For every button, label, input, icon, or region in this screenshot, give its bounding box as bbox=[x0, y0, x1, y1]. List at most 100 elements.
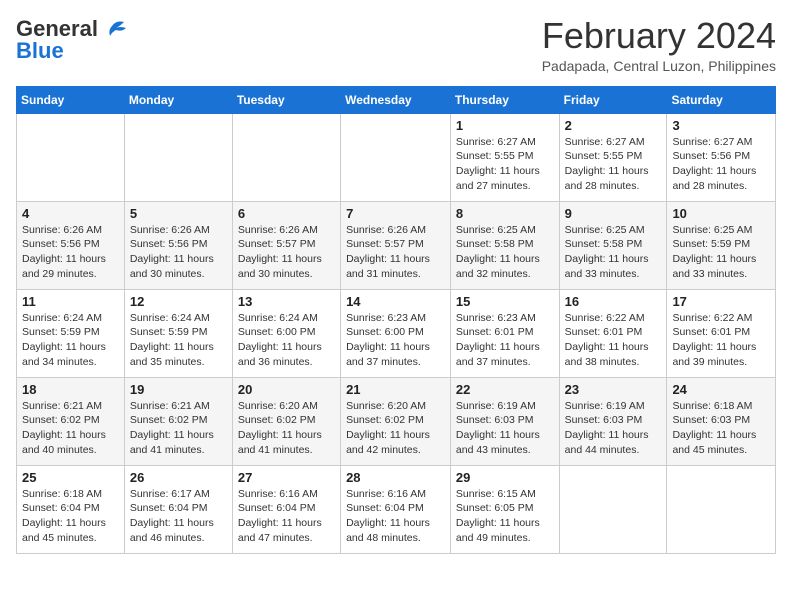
day-number: 14 bbox=[346, 294, 445, 309]
day-number: 27 bbox=[238, 470, 335, 485]
calendar-cell bbox=[17, 113, 125, 201]
day-info: Sunrise: 6:17 AM Sunset: 6:04 PM Dayligh… bbox=[130, 487, 227, 546]
calendar-cell bbox=[124, 113, 232, 201]
day-number: 16 bbox=[565, 294, 662, 309]
day-info: Sunrise: 6:26 AM Sunset: 5:56 PM Dayligh… bbox=[22, 223, 119, 282]
calendar-cell: 18 Sunrise: 6:21 AM Sunset: 6:02 PM Dayli… bbox=[17, 377, 125, 465]
calendar-header-cell: Wednesday bbox=[341, 86, 451, 113]
day-info: Sunrise: 6:24 AM Sunset: 6:00 PM Dayligh… bbox=[238, 311, 335, 370]
calendar-cell: 7 Sunrise: 6:26 AM Sunset: 5:57 PM Daylig… bbox=[341, 201, 451, 289]
calendar-cell: 24 Sunrise: 6:18 AM Sunset: 6:03 PM Dayli… bbox=[667, 377, 776, 465]
day-number: 28 bbox=[346, 470, 445, 485]
logo-blue: Blue bbox=[16, 38, 64, 64]
calendar-week-row: 18 Sunrise: 6:21 AM Sunset: 6:02 PM Dayli… bbox=[17, 377, 776, 465]
day-number: 5 bbox=[130, 206, 227, 221]
calendar-cell bbox=[559, 465, 667, 553]
day-number: 21 bbox=[346, 382, 445, 397]
calendar-header-cell: Friday bbox=[559, 86, 667, 113]
calendar-cell: 14 Sunrise: 6:23 AM Sunset: 6:00 PM Dayli… bbox=[341, 289, 451, 377]
calendar-week-row: 11 Sunrise: 6:24 AM Sunset: 5:59 PM Dayli… bbox=[17, 289, 776, 377]
day-info: Sunrise: 6:22 AM Sunset: 6:01 PM Dayligh… bbox=[672, 311, 770, 370]
month-year: February 2024 bbox=[542, 16, 776, 56]
calendar-cell: 6 Sunrise: 6:26 AM Sunset: 5:57 PM Daylig… bbox=[232, 201, 340, 289]
day-info: Sunrise: 6:22 AM Sunset: 6:01 PM Dayligh… bbox=[565, 311, 662, 370]
calendar-cell: 15 Sunrise: 6:23 AM Sunset: 6:01 PM Dayli… bbox=[450, 289, 559, 377]
day-info: Sunrise: 6:23 AM Sunset: 6:01 PM Dayligh… bbox=[456, 311, 554, 370]
day-info: Sunrise: 6:26 AM Sunset: 5:57 PM Dayligh… bbox=[238, 223, 335, 282]
calendar-cell: 26Sunrise: 6:17 AM Sunset: 6:04 PM Dayli… bbox=[124, 465, 232, 553]
day-info: Sunrise: 6:15 AM Sunset: 6:05 PM Dayligh… bbox=[456, 487, 554, 546]
calendar-cell: 23 Sunrise: 6:19 AM Sunset: 6:03 PM Dayli… bbox=[559, 377, 667, 465]
calendar-cell bbox=[232, 113, 340, 201]
day-number: 18 bbox=[22, 382, 119, 397]
day-info: Sunrise: 6:18 AM Sunset: 6:04 PM Dayligh… bbox=[22, 487, 119, 546]
calendar-table: SundayMondayTuesdayWednesdayThursdayFrid… bbox=[16, 86, 776, 554]
calendar-cell bbox=[667, 465, 776, 553]
calendar-cell: 25 Sunrise: 6:18 AM Sunset: 6:04 PM Dayli… bbox=[17, 465, 125, 553]
calendar-cell: 11 Sunrise: 6:24 AM Sunset: 5:59 PM Dayli… bbox=[17, 289, 125, 377]
day-info: Sunrise: 6:24 AM Sunset: 5:59 PM Dayligh… bbox=[22, 311, 119, 370]
day-info: Sunrise: 6:18 AM Sunset: 6:03 PM Dayligh… bbox=[672, 399, 770, 458]
calendar-header-row: SundayMondayTuesdayWednesdayThursdayFrid… bbox=[17, 86, 776, 113]
calendar-week-row: 4 Sunrise: 6:26 AM Sunset: 5:56 PM Daylig… bbox=[17, 201, 776, 289]
header: General Blue February 2024 Padapada, Cen… bbox=[16, 16, 776, 74]
day-number: 17 bbox=[672, 294, 770, 309]
day-info: Sunrise: 6:20 AM Sunset: 6:02 PM Dayligh… bbox=[238, 399, 335, 458]
day-number: 22 bbox=[456, 382, 554, 397]
day-number: 15 bbox=[456, 294, 554, 309]
title-area: February 2024 Padapada, Central Luzon, P… bbox=[542, 16, 776, 74]
calendar-cell: 5 Sunrise: 6:26 AM Sunset: 5:56 PM Daylig… bbox=[124, 201, 232, 289]
day-info: Sunrise: 6:25 AM Sunset: 5:58 PM Dayligh… bbox=[565, 223, 662, 282]
day-info: Sunrise: 6:21 AM Sunset: 6:02 PM Dayligh… bbox=[22, 399, 119, 458]
day-info: Sunrise: 6:20 AM Sunset: 6:02 PM Dayligh… bbox=[346, 399, 445, 458]
day-number: 11 bbox=[22, 294, 119, 309]
calendar-header-cell: Sunday bbox=[17, 86, 125, 113]
day-number: 7 bbox=[346, 206, 445, 221]
day-number: 10 bbox=[672, 206, 770, 221]
day-number: 29 bbox=[456, 470, 554, 485]
logo: General Blue bbox=[16, 16, 128, 64]
day-number: 20 bbox=[238, 382, 335, 397]
day-info: Sunrise: 6:26 AM Sunset: 5:57 PM Dayligh… bbox=[346, 223, 445, 282]
day-info: Sunrise: 6:27 AM Sunset: 5:55 PM Dayligh… bbox=[565, 135, 662, 194]
day-info: Sunrise: 6:27 AM Sunset: 5:55 PM Dayligh… bbox=[456, 135, 554, 194]
day-number: 24 bbox=[672, 382, 770, 397]
day-info: Sunrise: 6:27 AM Sunset: 5:56 PM Dayligh… bbox=[672, 135, 770, 194]
day-info: Sunrise: 6:24 AM Sunset: 5:59 PM Dayligh… bbox=[130, 311, 227, 370]
calendar-header-cell: Saturday bbox=[667, 86, 776, 113]
calendar-cell: 13 Sunrise: 6:24 AM Sunset: 6:00 PM Dayli… bbox=[232, 289, 340, 377]
day-number: 23 bbox=[565, 382, 662, 397]
calendar-cell: 20 Sunrise: 6:20 AM Sunset: 6:02 PM Dayli… bbox=[232, 377, 340, 465]
calendar-cell: 21 Sunrise: 6:20 AM Sunset: 6:02 PM Dayli… bbox=[341, 377, 451, 465]
day-number: 19 bbox=[130, 382, 227, 397]
calendar-cell: 28 Sunrise: 6:16 AM Sunset: 6:04 PM Dayli… bbox=[341, 465, 451, 553]
day-number: 3 bbox=[672, 118, 770, 133]
day-info: Sunrise: 6:19 AM Sunset: 6:03 PM Dayligh… bbox=[456, 399, 554, 458]
day-number: 4 bbox=[22, 206, 119, 221]
day-info: Sunrise: 6:23 AM Sunset: 6:00 PM Dayligh… bbox=[346, 311, 445, 370]
day-number: 25 bbox=[22, 470, 119, 485]
calendar-cell: 19Sunrise: 6:21 AM Sunset: 6:02 PM Dayli… bbox=[124, 377, 232, 465]
day-number: 2 bbox=[565, 118, 662, 133]
calendar-cell: 9Sunrise: 6:25 AM Sunset: 5:58 PM Daylig… bbox=[559, 201, 667, 289]
calendar-header-cell: Monday bbox=[124, 86, 232, 113]
calendar-cell: 10 Sunrise: 6:25 AM Sunset: 5:59 PM Dayli… bbox=[667, 201, 776, 289]
day-number: 1 bbox=[456, 118, 554, 133]
day-number: 13 bbox=[238, 294, 335, 309]
location: Padapada, Central Luzon, Philippines bbox=[542, 58, 776, 74]
calendar-cell: 4 Sunrise: 6:26 AM Sunset: 5:56 PM Daylig… bbox=[17, 201, 125, 289]
day-info: Sunrise: 6:25 AM Sunset: 5:59 PM Dayligh… bbox=[672, 223, 770, 282]
day-number: 8 bbox=[456, 206, 554, 221]
calendar-cell: 2 Sunrise: 6:27 AM Sunset: 5:55 PM Daylig… bbox=[559, 113, 667, 201]
calendar-cell bbox=[341, 113, 451, 201]
calendar-cell: 12Sunrise: 6:24 AM Sunset: 5:59 PM Dayli… bbox=[124, 289, 232, 377]
calendar-header-cell: Tuesday bbox=[232, 86, 340, 113]
day-info: Sunrise: 6:16 AM Sunset: 6:04 PM Dayligh… bbox=[346, 487, 445, 546]
calendar-body: 1 Sunrise: 6:27 AM Sunset: 5:55 PM Daylig… bbox=[17, 113, 776, 553]
day-info: Sunrise: 6:26 AM Sunset: 5:56 PM Dayligh… bbox=[130, 223, 227, 282]
day-info: Sunrise: 6:19 AM Sunset: 6:03 PM Dayligh… bbox=[565, 399, 662, 458]
day-info: Sunrise: 6:16 AM Sunset: 6:04 PM Dayligh… bbox=[238, 487, 335, 546]
logo-bird-icon bbox=[98, 18, 128, 40]
day-number: 6 bbox=[238, 206, 335, 221]
calendar-cell: 3 Sunrise: 6:27 AM Sunset: 5:56 PM Daylig… bbox=[667, 113, 776, 201]
